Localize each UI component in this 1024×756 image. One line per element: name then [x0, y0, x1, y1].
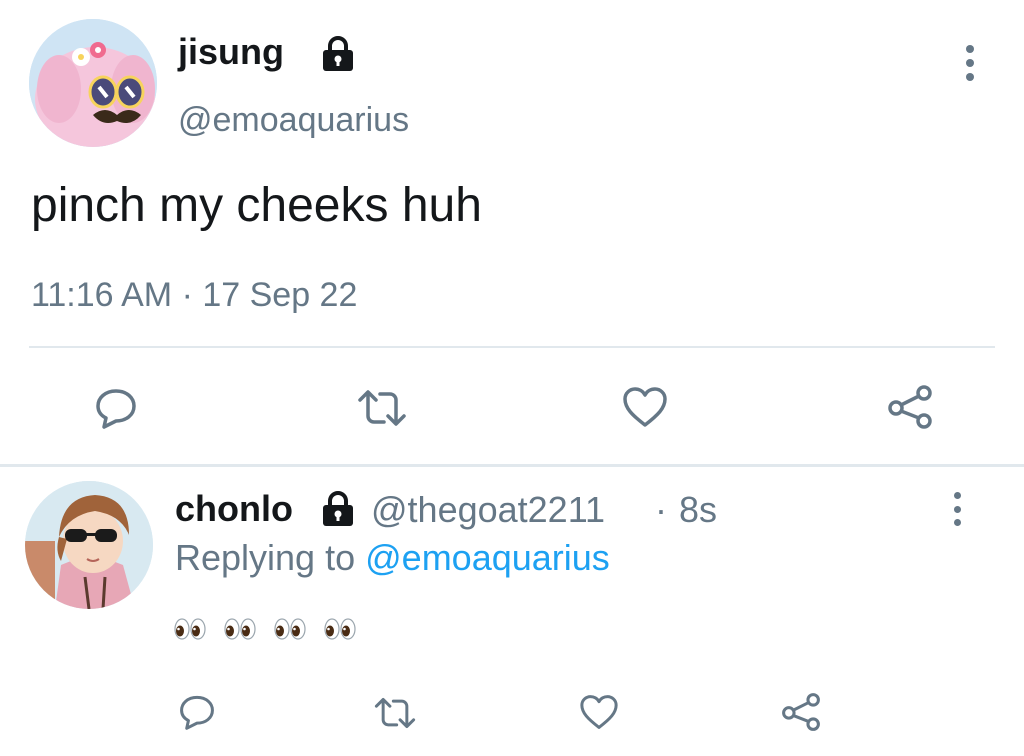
reply-handle[interactable]: @thegoat2211 — [371, 488, 605, 532]
heart-icon — [623, 387, 667, 427]
main-divider — [29, 346, 995, 348]
main-display-name[interactable]: jisung — [178, 30, 284, 74]
reply-reply-button[interactable] — [178, 694, 216, 730]
retweet-icon — [358, 390, 406, 426]
main-avatar-image — [29, 19, 157, 147]
reply-more-icon[interactable] — [951, 492, 963, 526]
reply-avatar[interactable] — [25, 481, 153, 609]
reply-separator: · — [655, 489, 667, 530]
main-retweet-button[interactable] — [356, 388, 408, 428]
main-lock-icon — [318, 35, 358, 71]
main-tweet-text: pinch my cheeks huh — [31, 179, 482, 232]
replying-to-handle[interactable]: @emoaquarius — [365, 537, 610, 578]
share-icon — [782, 693, 820, 731]
main-more-icon[interactable] — [964, 45, 976, 81]
main-avatar[interactable] — [29, 19, 157, 147]
reply-retweet-button[interactable] — [373, 696, 417, 730]
share-icon — [888, 385, 932, 429]
main-timestamp[interactable]: 11:16 AM · 17 Sep 22 — [31, 275, 357, 315]
replying-to-line: Replying to @emoaquarius — [175, 536, 610, 580]
replying-to-prefix: Replying to — [175, 537, 356, 578]
main-reply-button[interactable] — [94, 387, 138, 429]
main-handle[interactable]: @emoaquarius — [178, 100, 409, 140]
reply-tweet-text: 👀 👀 👀 👀 — [174, 612, 364, 644]
main-like-button[interactable] — [622, 386, 668, 428]
heart-icon — [580, 695, 618, 729]
reply-time-ago[interactable]: 8s — [679, 488, 717, 532]
retweet-icon — [374, 697, 416, 729]
reply-lock-icon — [318, 490, 358, 526]
reply-like-button[interactable] — [579, 694, 619, 730]
tweet-separator — [0, 464, 1024, 467]
reply-share-button[interactable] — [780, 692, 822, 732]
reply-bubble-icon — [180, 695, 214, 730]
reply-display-name[interactable]: chonlo — [175, 487, 293, 531]
reply-bubble-icon — [96, 389, 136, 429]
main-share-button[interactable] — [886, 384, 934, 430]
reply-avatar-image — [25, 481, 153, 609]
